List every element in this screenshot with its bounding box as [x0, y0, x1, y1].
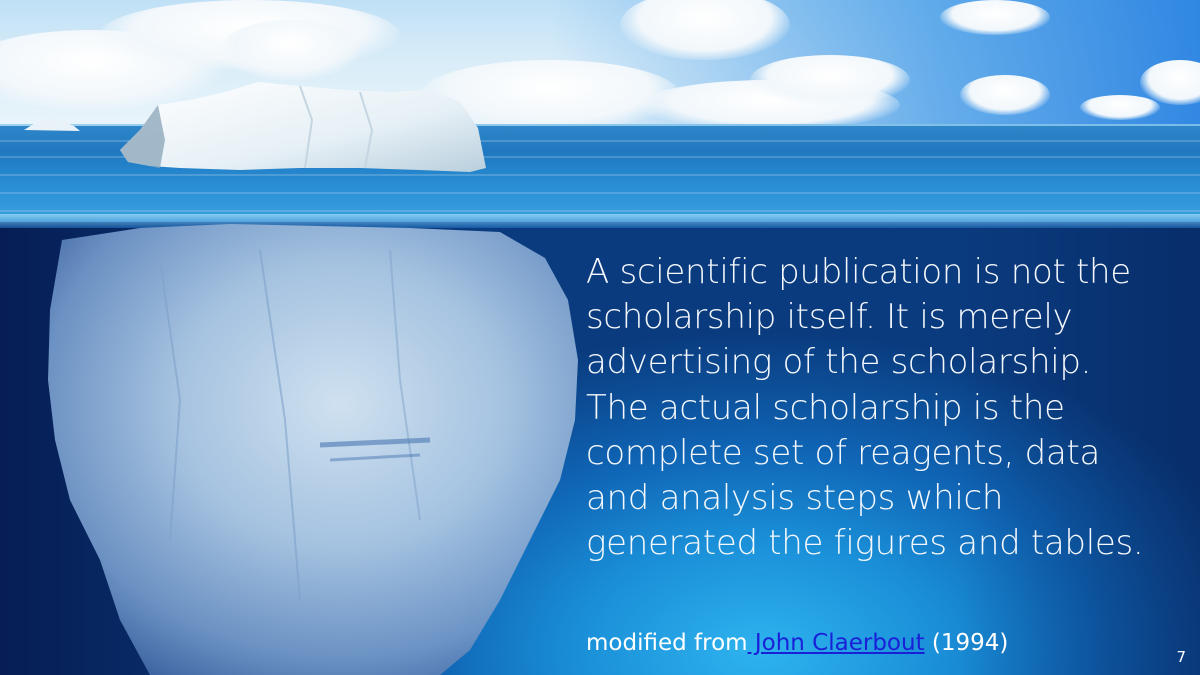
quote-line: advertising of the scholarship. — [586, 342, 1092, 383]
quote-line: A scientific publication is not the — [586, 252, 1131, 292]
claerbout-link[interactable]: John Claerbout — [748, 630, 925, 656]
distant-iceberg — [24, 119, 80, 131]
slide: A scientific publication is not the scho… — [0, 0, 1200, 675]
iceberg-underwater — [48, 224, 578, 675]
page-number: 7 — [1176, 648, 1186, 666]
attribution-prefix: modified from — [586, 630, 748, 656]
quote-line: The actual scholarship is the — [586, 387, 1065, 428]
quote-line: generated the figures and tables. — [586, 523, 1144, 564]
attribution-year: (1994) — [924, 630, 1009, 656]
attribution: modified from John Claerbout (1994) — [586, 628, 1008, 658]
quote-line: complete set of reagents, data — [586, 432, 1101, 473]
quote-line: and analysis steps which — [586, 478, 1004, 519]
quote-line: scholarship itself. It is merely — [586, 297, 1073, 338]
quote-text: A scientific publication is not the scho… — [586, 250, 1186, 566]
